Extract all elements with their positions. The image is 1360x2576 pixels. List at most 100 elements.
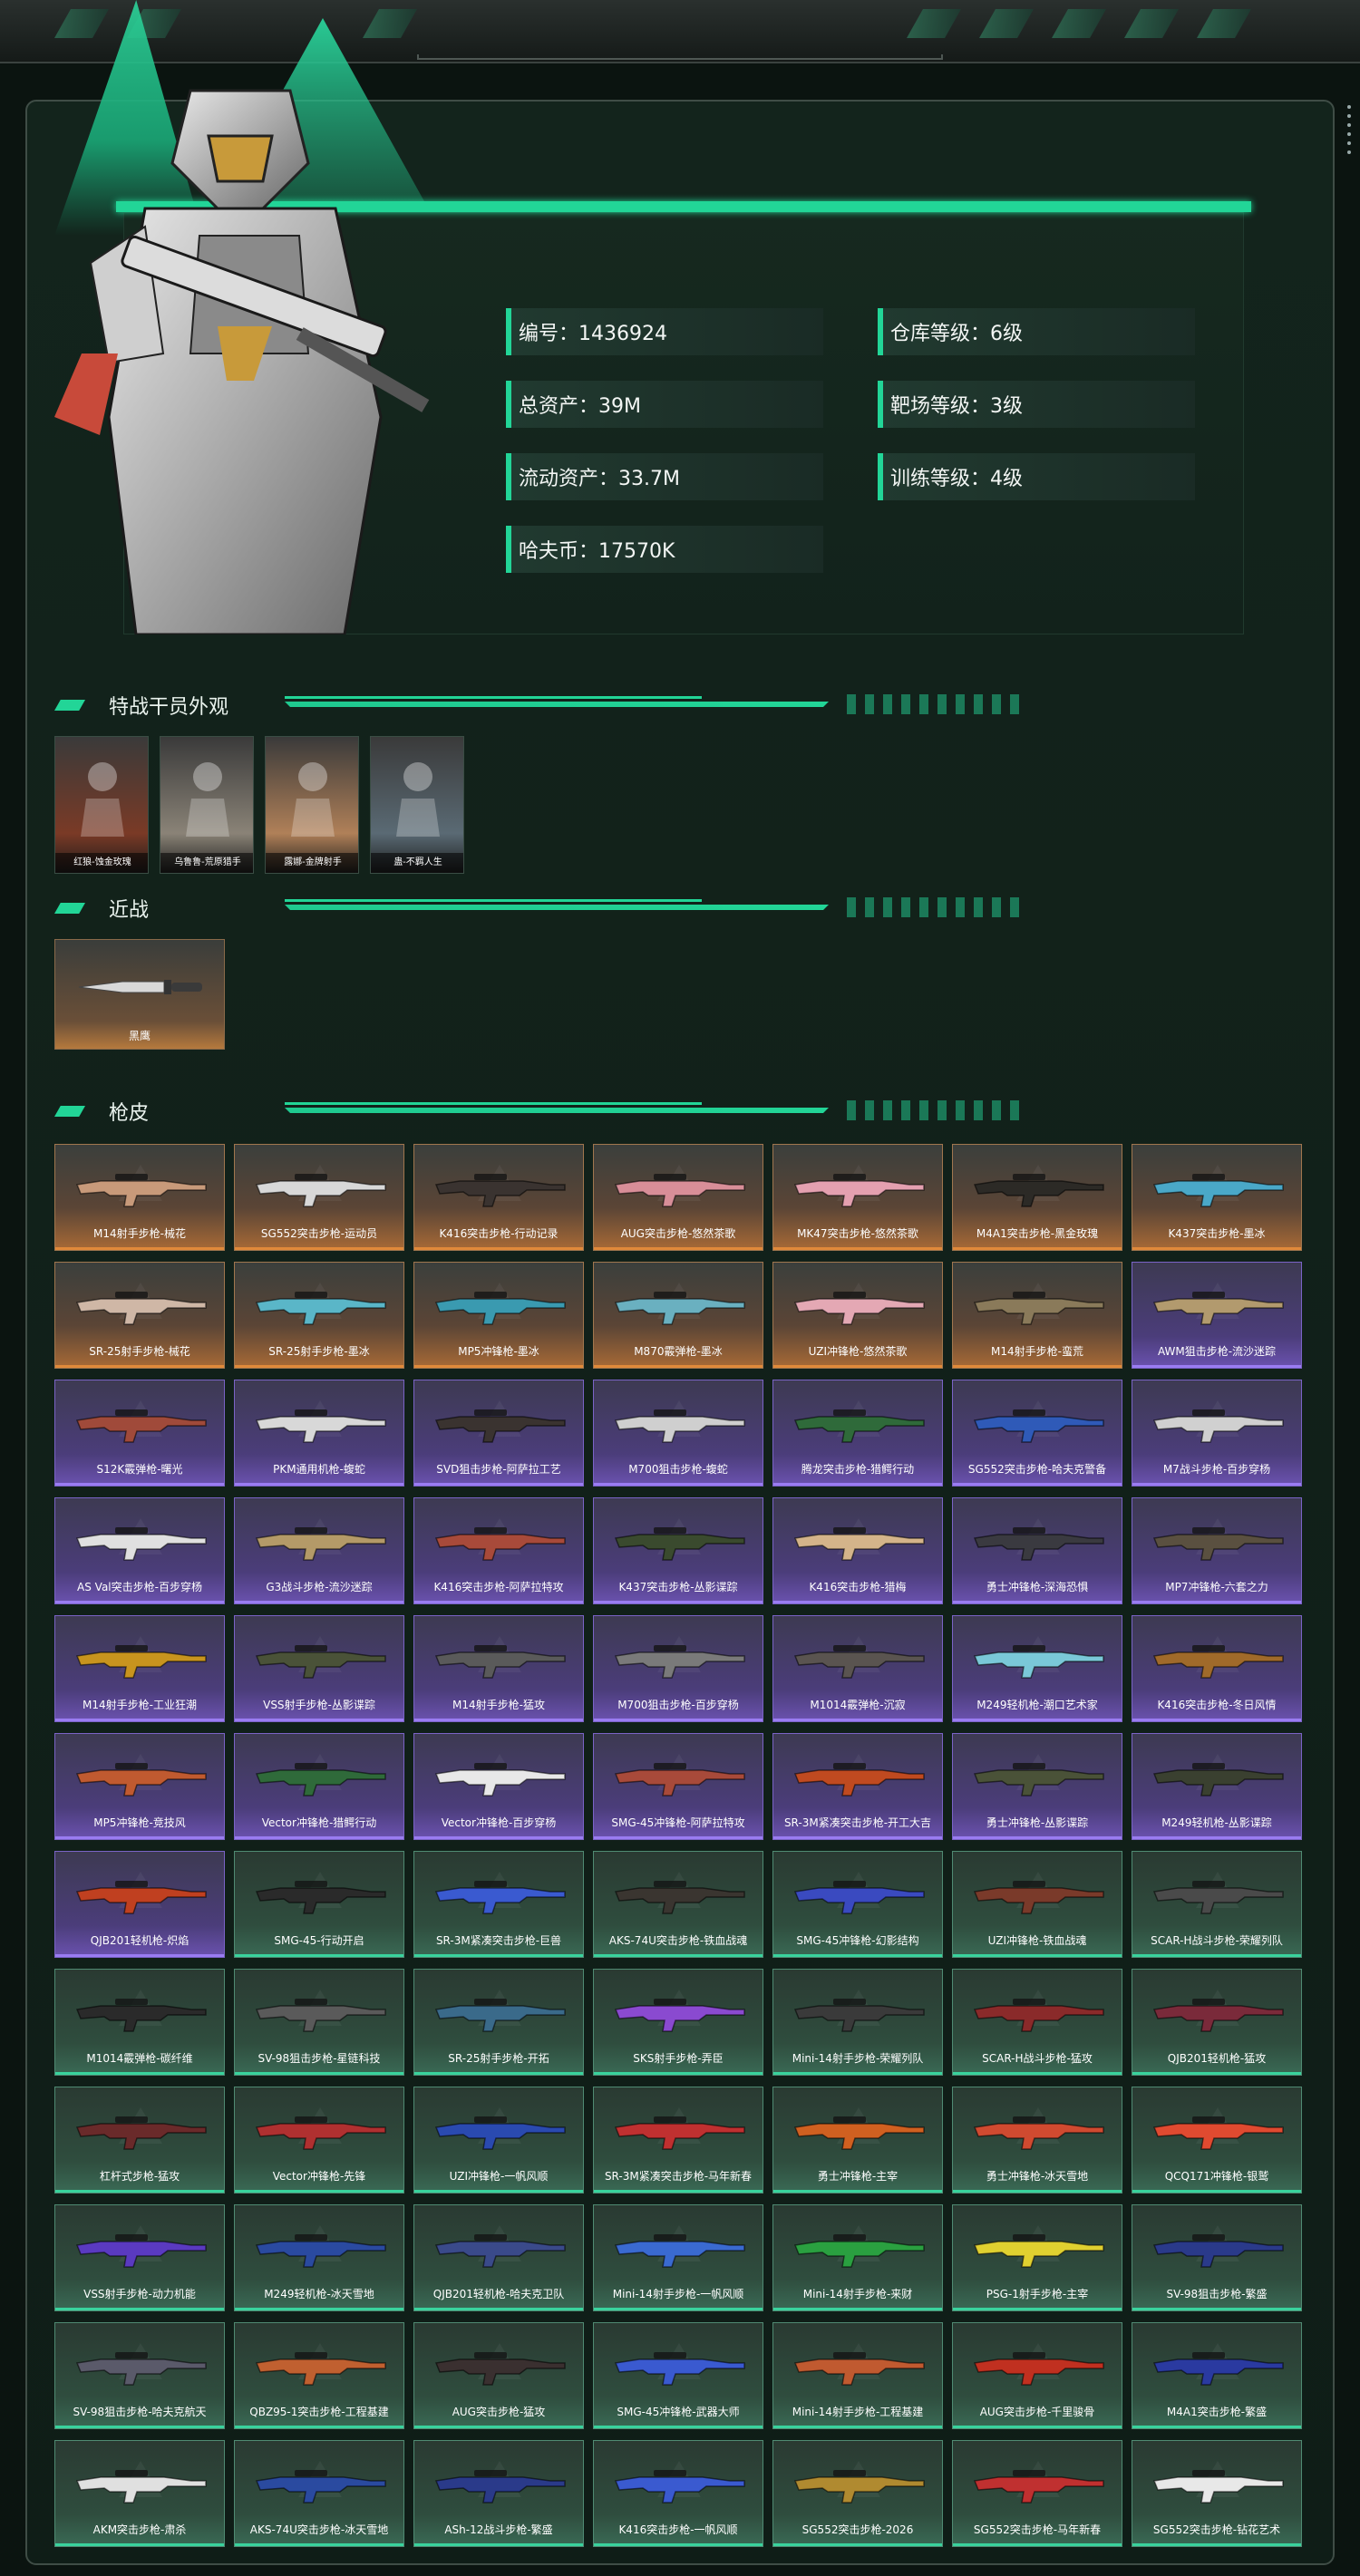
skin-card[interactable]: Vector冲锋枪-先锋 xyxy=(234,2087,404,2193)
skin-card[interactable]: SVD狙击步枪-阿萨拉工艺 xyxy=(413,1380,584,1487)
operator-card[interactable]: 露娜-金牌射手 xyxy=(265,736,359,874)
stat-id: 编号：1436924 xyxy=(506,308,823,355)
skin-card[interactable]: AKM突击步枪-肃杀 xyxy=(54,2440,225,2547)
scroll-indicator[interactable] xyxy=(1345,100,1353,172)
skin-name: M14射手步枪-猛攻 xyxy=(452,1699,545,1711)
operator-portrait xyxy=(54,89,430,634)
skin-card[interactable]: M700狙击步枪-百步穿杨 xyxy=(593,1615,763,1722)
skin-name: QJB201轻机枪-猛攻 xyxy=(1167,2052,1267,2065)
skin-card[interactable]: K437突击步枪-墨冰 xyxy=(1132,1144,1302,1251)
skin-card[interactable]: M4A1突击步枪-黑金玫瑰 xyxy=(952,1144,1122,1251)
skin-card[interactable]: K416突击步枪-冬日风情 xyxy=(1132,1615,1302,1722)
skin-card[interactable]: PKM通用机枪-蝮蛇 xyxy=(234,1380,404,1487)
skin-card[interactable]: M870霰弹枪-墨冰 xyxy=(593,1262,763,1369)
skin-card[interactable]: 杠杆式步枪-猛攻 xyxy=(54,2087,225,2193)
skin-card[interactable]: QJB201轻机枪-猛攻 xyxy=(1132,1969,1302,2076)
skin-card[interactable]: SR-3M紧凑突击步枪-巨兽 xyxy=(413,1851,584,1958)
skin-card[interactable]: ASh-12战斗步枪-繁盛 xyxy=(413,2440,584,2547)
skin-card[interactable]: 勇士冲锋枪-冰天雪地 xyxy=(952,2087,1122,2193)
skin-card[interactable]: AUG突击步枪-千里骏骨 xyxy=(952,2322,1122,2429)
skin-card[interactable]: 勇士冲锋枪-主宰 xyxy=(772,2087,943,2193)
skin-card[interactable]: UZI冲锋枪-一帆风顺 xyxy=(413,2087,584,2193)
skin-card[interactable]: M7战斗步枪-百步穿杨 xyxy=(1132,1380,1302,1487)
skin-card[interactable]: K437突击步枪-丛影谍踪 xyxy=(593,1497,763,1604)
skin-card[interactable]: QBZ95-1突击步枪-工程基建 xyxy=(234,2322,404,2429)
skin-card[interactable]: SMG-45冲锋枪-武器大师 xyxy=(593,2322,763,2429)
skin-card[interactable]: M1014霰弹枪-沉寂 xyxy=(772,1615,943,1722)
skin-card[interactable]: M249轻机枪-冰天雪地 xyxy=(234,2204,404,2311)
skin-card[interactable]: M249轻机枪-丛影谍踪 xyxy=(1132,1733,1302,1840)
skin-card[interactable]: Vector冲锋枪-猎鳄行动 xyxy=(234,1733,404,1840)
skin-card[interactable]: Mini-14射手步枪-一帆风顺 xyxy=(593,2204,763,2311)
skin-card[interactable]: SV-98狙击步枪-繁盛 xyxy=(1132,2204,1302,2311)
skin-card[interactable]: 勇士冲锋枪-丛影谍踪 xyxy=(952,1733,1122,1840)
skin-card[interactable]: SMG-45冲锋枪-阿萨拉特攻 xyxy=(593,1733,763,1840)
skin-card[interactable]: SV-98狙击步枪-星链科技 xyxy=(234,1969,404,2076)
skin-name: SV-98狙击步枪-星链科技 xyxy=(257,2052,381,2065)
skin-card[interactable]: AUG突击步枪-悠然茶歌 xyxy=(593,1144,763,1251)
skin-card[interactable]: G3战斗步枪-流沙迷踪 xyxy=(234,1497,404,1604)
skin-card[interactable]: SMG-45冲锋枪-幻影结构 xyxy=(772,1851,943,1958)
skin-card[interactable]: QCQ171冲锋枪-银鹫 xyxy=(1132,2087,1302,2193)
skin-card[interactable]: 腾龙突击步枪-猎鳄行动 xyxy=(772,1380,943,1487)
skin-card[interactable]: QJB201轻机枪-炽焰 xyxy=(54,1851,225,1958)
skin-card[interactable]: SR-3M紧凑突击步枪-马年新春 xyxy=(593,2087,763,2193)
skin-card[interactable]: MP7冲锋枪-六套之力 xyxy=(1132,1497,1302,1604)
skin-card[interactable]: Vector冲锋枪-百步穿杨 xyxy=(413,1733,584,1840)
skin-card[interactable]: SR-3M紧凑突击步枪-开工大吉 xyxy=(772,1733,943,1840)
melee-card[interactable]: 黑鹰 xyxy=(54,939,225,1050)
skin-name: QJB201轻机枪-哈夫克卫队 xyxy=(432,2288,565,2300)
skin-card[interactable]: SCAR-H战斗步枪-猛攻 xyxy=(952,1969,1122,2076)
skin-card[interactable]: SG552突击步枪-2026 xyxy=(772,2440,943,2547)
operator-card[interactable]: 红狼-蚀金玫瑰 xyxy=(54,736,149,874)
skin-card[interactable]: PSG-1射手步枪-主宰 xyxy=(952,2204,1122,2311)
skin-card[interactable]: SMG-45-行动开启 xyxy=(234,1851,404,1958)
skin-card[interactable]: K416突击步枪-一帆风顺 xyxy=(593,2440,763,2547)
skin-card[interactable]: AUG突击步枪-猛攻 xyxy=(413,2322,584,2429)
skin-card[interactable]: M14射手步枪-猛攻 xyxy=(413,1615,584,1722)
skin-card[interactable]: MP5冲锋枪-竞技风 xyxy=(54,1733,225,1840)
operator-card[interactable]: 乌鲁鲁-荒原猎手 xyxy=(160,736,254,874)
skin-card[interactable]: SR-25射手步枪-开拓 xyxy=(413,1969,584,2076)
stat-total-assets: 总资产：39M xyxy=(506,381,823,428)
skin-card[interactable]: VSS射手步枪-丛影谍踪 xyxy=(234,1615,404,1722)
skin-card[interactable]: AWM狙击步枪-流沙迷踪 xyxy=(1132,1262,1302,1369)
skin-card[interactable]: UZI冲锋枪-悠然茶歌 xyxy=(772,1262,943,1369)
skin-card[interactable]: Mini-14射手步枪-工程基建 xyxy=(772,2322,943,2429)
skin-card[interactable]: AKS-74U突击步枪-铁血战魂 xyxy=(593,1851,763,1958)
skin-card[interactable]: AKS-74U突击步枪-冰天雪地 xyxy=(234,2440,404,2547)
skin-card[interactable]: M14射手步枪-蛮荒 xyxy=(952,1262,1122,1369)
skin-card[interactable]: M14射手步枪-械花 xyxy=(54,1144,225,1251)
skin-card[interactable]: SV-98狙击步枪-哈夫克航天 xyxy=(54,2322,225,2429)
skin-card[interactable]: SG552突击步枪-马年新春 xyxy=(952,2440,1122,2547)
skin-name: UZI冲锋枪-悠然茶歌 xyxy=(808,1345,908,1358)
skin-card[interactable]: SR-25射手步枪-械花 xyxy=(54,1262,225,1369)
skin-card[interactable]: SG552突击步枪-钻花艺术 xyxy=(1132,2440,1302,2547)
skin-name: AUG突击步枪-悠然茶歌 xyxy=(620,1227,736,1240)
skin-card[interactable]: MK47突击步枪-悠然茶歌 xyxy=(772,1144,943,1251)
skin-card[interactable]: K416突击步枪-行动记录 xyxy=(413,1144,584,1251)
rifle-icon xyxy=(1152,1292,1284,1325)
skin-card[interactable]: SG552突击步枪-运动员 xyxy=(234,1144,404,1251)
skin-card[interactable]: SCAR-H战斗步枪-荣耀列队 xyxy=(1132,1851,1302,1958)
skin-card[interactable]: Mini-14射手步枪-来财 xyxy=(772,2204,943,2311)
skin-card[interactable]: M4A1突击步枪-繁盛 xyxy=(1132,2322,1302,2429)
skin-card[interactable]: M700狙击步枪-蝮蛇 xyxy=(593,1380,763,1487)
skin-card[interactable]: QJB201轻机枪-哈夫克卫队 xyxy=(413,2204,584,2311)
skin-card[interactable]: S12K霰弹枪-曙光 xyxy=(54,1380,225,1487)
skin-card[interactable]: VSS射手步枪-动力机能 xyxy=(54,2204,225,2311)
skin-card[interactable]: M249轻机枪-潮口艺术家 xyxy=(952,1615,1122,1722)
skin-card[interactable]: K416突击步枪-猎梅 xyxy=(772,1497,943,1604)
skin-card[interactable]: SKS射手步枪-弄臣 xyxy=(593,1969,763,2076)
skin-card[interactable]: K416突击步枪-阿萨拉特攻 xyxy=(413,1497,584,1604)
skin-card[interactable]: 勇士冲锋枪-深海恐惧 xyxy=(952,1497,1122,1604)
skin-card[interactable]: MP5冲锋枪-墨冰 xyxy=(413,1262,584,1369)
operator-card[interactable]: 蛊-不羁人生 xyxy=(370,736,464,874)
skin-card[interactable]: UZI冲锋枪-铁血战魂 xyxy=(952,1851,1122,1958)
skin-card[interactable]: Mini-14射手步枪-荣耀列队 xyxy=(772,1969,943,2076)
skin-card[interactable]: AS Val突击步枪-百步穿杨 xyxy=(54,1497,225,1604)
skin-card[interactable]: SR-25射手步枪-墨冰 xyxy=(234,1262,404,1369)
skin-card[interactable]: SG552突击步枪-哈夫克警备 xyxy=(952,1380,1122,1487)
skin-card[interactable]: M1014霰弹枪-碳纤维 xyxy=(54,1969,225,2076)
skin-card[interactable]: M14射手步枪-工业狂潮 xyxy=(54,1615,225,1722)
